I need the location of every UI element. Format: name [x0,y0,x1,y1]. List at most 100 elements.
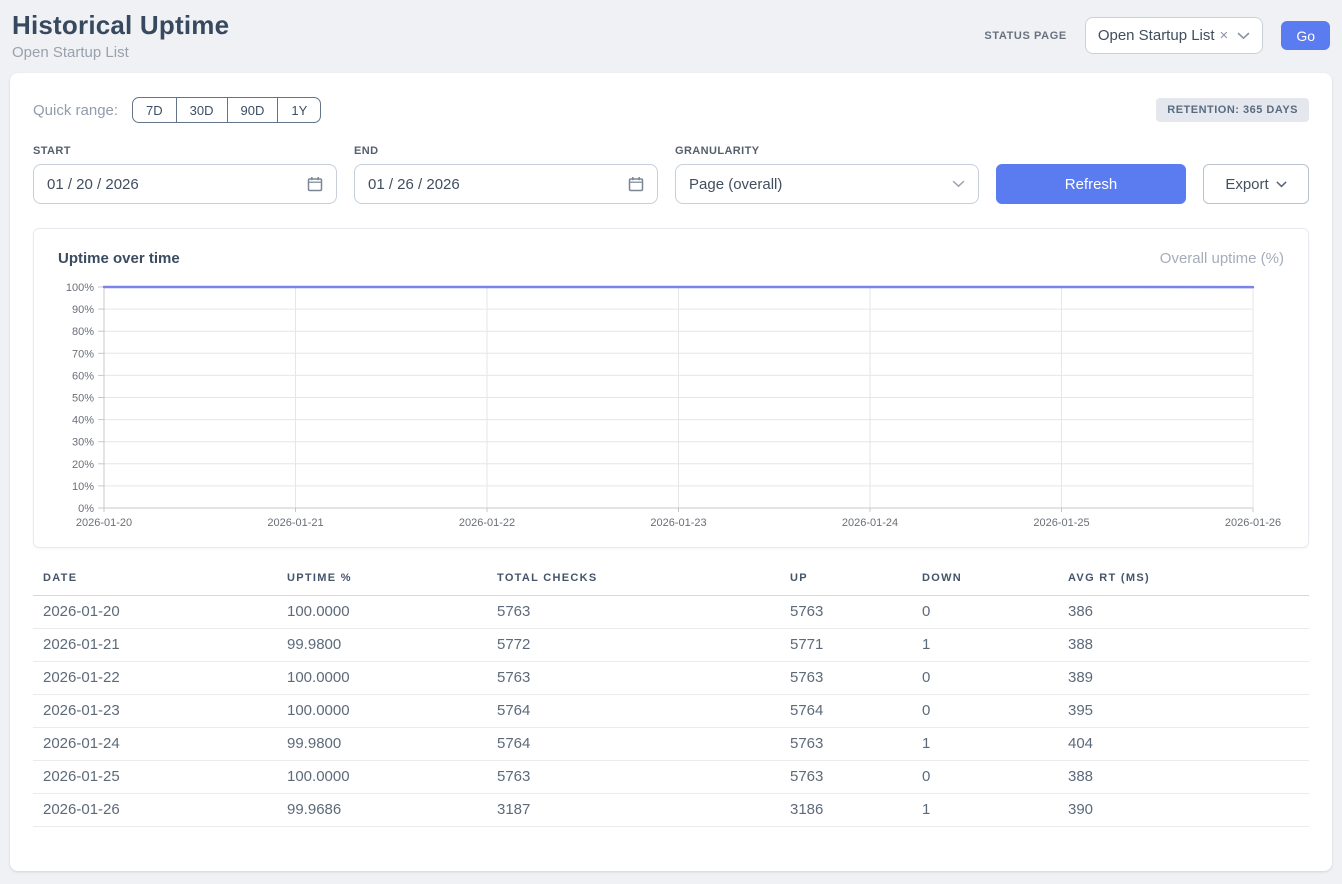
svg-text:2026-01-24: 2026-01-24 [842,517,898,529]
chart-title: Uptime over time [58,250,180,267]
table-cell: 2026-01-26 [33,794,277,827]
table-cell: 2026-01-20 [33,596,277,629]
table-cell: 2026-01-24 [33,728,277,761]
table-row: 2026-01-22100.0000576357630389 [33,662,1309,695]
table-cell: 1 [912,629,1058,662]
svg-text:60%: 60% [72,370,94,382]
table-cell: 5763 [487,596,780,629]
table-column-header: DATE [33,572,277,596]
table-cell: 2026-01-21 [33,629,277,662]
table-cell: 389 [1058,662,1309,695]
start-date-input[interactable]: 01 / 20 / 2026 [33,164,337,204]
table-column-header: UP [780,572,912,596]
svg-text:0%: 0% [78,503,94,515]
calendar-icon[interactable] [307,176,323,192]
table-cell: 5763 [780,662,912,695]
refresh-button[interactable]: Refresh [996,164,1186,204]
table-cell: 99.9800 [277,728,487,761]
table-cell: 99.9800 [277,629,487,662]
table-cell: 2026-01-25 [33,761,277,794]
table-cell: 100.0000 [277,596,487,629]
granularity-label: GRANULARITY [675,145,979,157]
granularity-select[interactable]: Page (overall) [675,164,979,204]
table-column-header: AVG RT (MS) [1058,572,1309,596]
end-date-input[interactable]: 01 / 26 / 2026 [354,164,658,204]
granularity-field: GRANULARITY Page (overall) [675,145,979,204]
quick-range-label: Quick range: [33,102,118,119]
chart-legend: Overall uptime (%) [1160,250,1284,267]
quick-range-7d-button[interactable]: 7D [132,97,177,123]
svg-text:90%: 90% [72,304,94,316]
topbar: Historical Uptime Open Startup List STAT… [0,0,1342,73]
svg-text:2026-01-25: 2026-01-25 [1033,517,1089,529]
retention-badge: RETENTION: 365 DAYS [1156,98,1309,122]
table-cell: 395 [1058,695,1309,728]
page-subtitle: Open Startup List [12,44,229,61]
quick-range-90d-button[interactable]: 90D [227,97,279,123]
status-page-selected-value: Open Startup List [1098,27,1215,44]
table-cell: 3186 [780,794,912,827]
go-button[interactable]: Go [1281,21,1330,50]
table-cell: 388 [1058,629,1309,662]
start-date-field: START 01 / 20 / 2026 [33,145,337,204]
table-row: 2026-01-2499.9800576457631404 [33,728,1309,761]
svg-text:2026-01-26: 2026-01-26 [1225,517,1281,529]
svg-text:70%: 70% [72,348,94,360]
table-cell: 2026-01-22 [33,662,277,695]
quick-range-group: 7D 30D 90D 1Y [132,97,321,123]
table-cell: 5764 [487,695,780,728]
calendar-icon[interactable] [628,176,644,192]
svg-text:10%: 10% [72,481,94,493]
table-cell: 3187 [487,794,780,827]
table-cell: 386 [1058,596,1309,629]
table-cell: 5771 [780,629,912,662]
start-date-value: 01 / 20 / 2026 [47,176,307,193]
table-cell: 2026-01-23 [33,695,277,728]
uptime-table-body: 2026-01-20100.00005763576303862026-01-21… [33,596,1309,827]
svg-text:2026-01-22: 2026-01-22 [459,517,515,529]
uptime-chart-card: Uptime over time Overall uptime (%) 0% 10… [33,228,1309,548]
table-cell: 5764 [487,728,780,761]
end-date-value: 01 / 26 / 2026 [368,176,628,193]
chevron-down-icon [1237,32,1250,40]
quick-range-row: Quick range: 7D 30D 90D 1Y RETENTION: 36… [33,97,1309,123]
svg-text:80%: 80% [72,326,94,338]
table-cell: 388 [1058,761,1309,794]
table-column-header: DOWN [912,572,1058,596]
clear-icon[interactable]: × [1219,28,1230,43]
start-label: START [33,145,337,157]
export-button[interactable]: Export [1203,164,1309,204]
end-label: END [354,145,658,157]
uptime-table: DATEUPTIME %TOTAL CHECKSUPDOWNAVG RT (MS… [33,572,1309,827]
table-cell: 1 [912,728,1058,761]
svg-text:2026-01-21: 2026-01-21 [267,517,323,529]
uptime-table-head: DATEUPTIME %TOTAL CHECKSUPDOWNAVG RT (MS… [33,572,1309,596]
granularity-selected-value: Page (overall) [689,176,952,193]
main-card: Quick range: 7D 30D 90D 1Y RETENTION: 36… [10,73,1332,871]
table-cell: 5763 [487,662,780,695]
filter-fields-row: START 01 / 20 / 2026 END 01 / 26 / 2026 [33,145,1309,204]
table-cell: 0 [912,761,1058,794]
table-row: 2026-01-2199.9800577257711388 [33,629,1309,662]
table-cell: 0 [912,662,1058,695]
table-cell: 0 [912,596,1058,629]
table-cell: 5763 [487,761,780,794]
svg-text:50%: 50% [72,393,94,405]
table-cell: 404 [1058,728,1309,761]
table-cell: 100.0000 [277,662,487,695]
table-cell: 100.0000 [277,695,487,728]
table-row: 2026-01-23100.0000576457640395 [33,695,1309,728]
table-header-row: DATEUPTIME %TOTAL CHECKSUPDOWNAVG RT (MS… [33,572,1309,596]
table-row: 2026-01-20100.0000576357630386 [33,596,1309,629]
status-page-select[interactable]: Open Startup List × [1085,17,1264,54]
table-row: 2026-01-25100.0000576357630388 [33,761,1309,794]
quick-range-30d-button[interactable]: 30D [176,97,228,123]
table-cell: 99.9686 [277,794,487,827]
svg-text:100%: 100% [66,282,94,294]
table-cell: 5763 [780,596,912,629]
quick-range-1y-button[interactable]: 1Y [277,97,321,123]
title-block: Historical Uptime Open Startup List [12,10,229,61]
svg-text:2026-01-23: 2026-01-23 [650,517,706,529]
table-cell: 5763 [780,728,912,761]
table-cell: 5763 [780,761,912,794]
